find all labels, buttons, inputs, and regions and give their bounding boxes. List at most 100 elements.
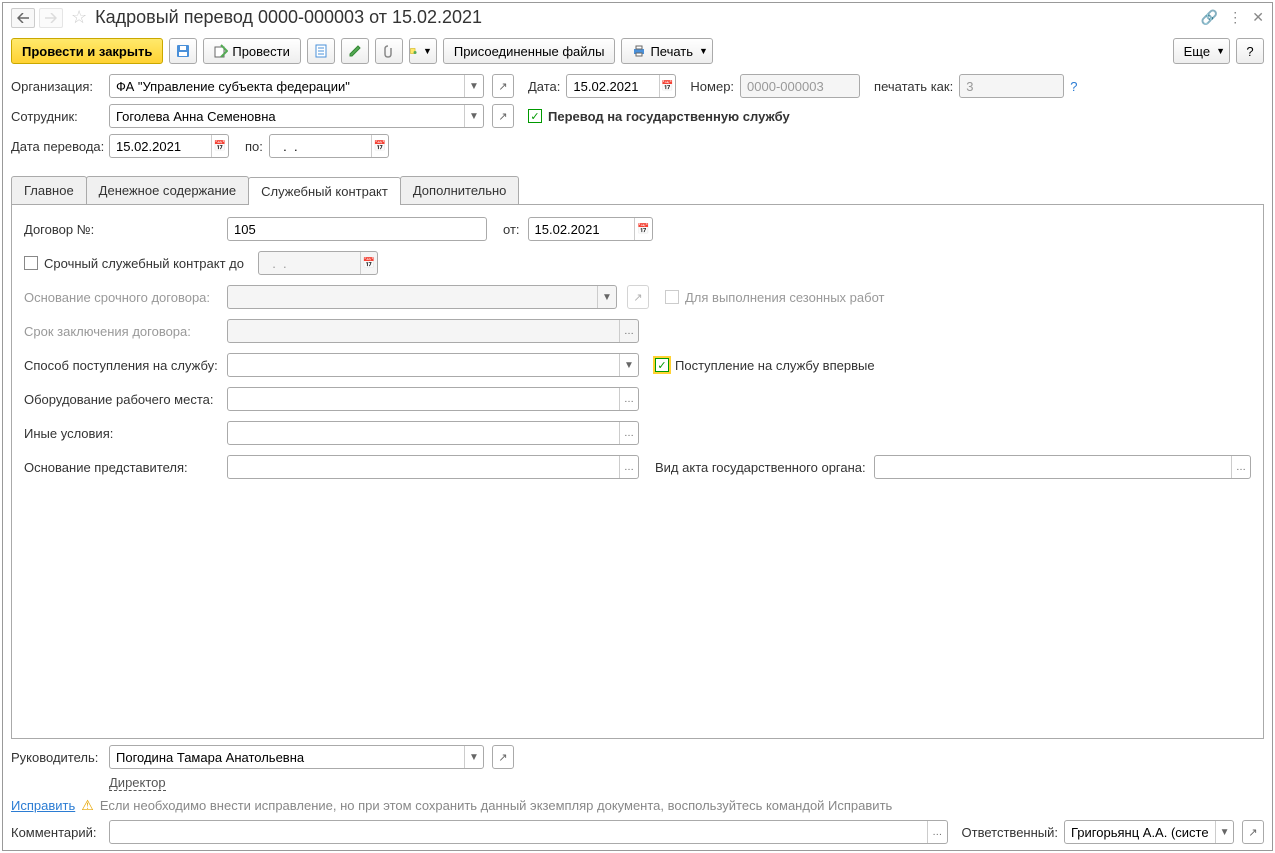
rep-basis-input[interactable] [228, 456, 619, 478]
link-icon[interactable]: 🔗 [1201, 9, 1218, 26]
dropdown-icon[interactable]: ▼ [1215, 821, 1233, 843]
transfer-gov-checkbox[interactable]: ✓ [528, 109, 542, 123]
manager-input-group[interactable]: ▼ [109, 745, 484, 769]
from-date-input[interactable] [529, 218, 635, 240]
employee-open-button[interactable]: ↗ [492, 104, 514, 128]
comment-input-group[interactable]: … [109, 820, 948, 844]
employee-input[interactable] [110, 105, 464, 127]
calendar-icon[interactable]: 📅 [371, 135, 388, 157]
org-open-button[interactable]: ↗ [492, 74, 514, 98]
approve-button[interactable]: Провести [203, 38, 301, 64]
tab-payment[interactable]: Денежное содержание [86, 176, 249, 204]
contract-no-input[interactable] [228, 218, 486, 240]
fix-hint: Если необходимо внести исправление, но п… [100, 798, 892, 813]
entry-method-input[interactable] [228, 354, 619, 376]
equipment-input-group[interactable]: … [227, 387, 639, 411]
responsible-input-group[interactable]: ▼ [1064, 820, 1234, 844]
save-button[interactable] [169, 38, 197, 64]
number-input [741, 75, 859, 97]
from-label: от: [503, 222, 520, 237]
entry-method-input-group[interactable]: ▼ [227, 353, 639, 377]
print-button[interactable]: Печать ▼ [621, 38, 713, 64]
print-as-input [960, 75, 1063, 97]
date-input[interactable] [567, 75, 658, 97]
attach-icon-button[interactable] [375, 38, 403, 64]
tab-content-contract: Договор №: от: 📅 Срочный служебный контр… [11, 205, 1264, 739]
tab-extra[interactable]: Дополнительно [400, 176, 520, 204]
responsible-input[interactable] [1065, 821, 1215, 843]
tab-contract[interactable]: Служебный контракт [248, 177, 401, 205]
warning-icon: ⚠ [81, 797, 94, 814]
seasonal-label: Для выполнения сезонных работ [685, 290, 884, 305]
template-dropdown-button[interactable]: ▼ [409, 38, 437, 64]
employee-label: Сотрудник: [11, 109, 103, 124]
contract-no-input-group[interactable] [227, 217, 487, 241]
chevron-down-icon: ▼ [1216, 46, 1225, 56]
equipment-input[interactable] [228, 388, 619, 410]
ellipsis-icon[interactable]: … [619, 422, 638, 444]
ellipsis-icon[interactable]: … [619, 388, 638, 410]
ellipsis-icon[interactable]: … [1231, 456, 1250, 478]
manager-open-button[interactable]: ↗ [492, 745, 514, 769]
responsible-open-button[interactable]: ↗ [1242, 820, 1264, 844]
more-menu-icon[interactable]: ⋮ [1228, 9, 1242, 26]
edit-icon-button[interactable] [341, 38, 369, 64]
fix-link[interactable]: Исправить [11, 798, 75, 813]
first-entry-checkbox[interactable]: ✓ [655, 358, 669, 372]
dropdown-icon[interactable]: ▼ [619, 354, 638, 376]
chevron-down-icon: ▼ [699, 46, 708, 56]
number-label: Номер: [690, 79, 734, 94]
document-icon-button[interactable] [307, 38, 335, 64]
first-entry-label: Поступление на службу впервые [675, 358, 875, 373]
hint-icon[interactable]: ? [1070, 79, 1077, 94]
to-label: по: [245, 139, 263, 154]
nav-back-button[interactable] [11, 8, 35, 28]
urgent-basis-input [228, 286, 597, 308]
urgent-checkbox[interactable] [24, 256, 38, 270]
employee-input-group[interactable]: ▼ [109, 104, 484, 128]
dropdown-icon[interactable]: ▼ [464, 746, 483, 768]
responsible-label: Ответственный: [962, 825, 1058, 840]
date-label: Дата: [528, 79, 560, 94]
calendar-icon[interactable]: 📅 [211, 135, 228, 157]
help-button[interactable]: ? [1236, 38, 1264, 64]
more-button[interactable]: Еще ▼ [1173, 38, 1230, 64]
comment-input[interactable] [110, 821, 927, 843]
favorite-star-icon[interactable]: ☆ [71, 7, 87, 28]
approve-close-button[interactable]: Провести и закрыть [11, 38, 163, 64]
org-input-group[interactable]: ▼ [109, 74, 484, 98]
org-label: Организация: [11, 79, 103, 94]
window-title: Кадровый перевод 0000-000003 от 15.02.20… [95, 7, 1197, 28]
calendar-icon[interactable]: 📅 [659, 75, 676, 97]
attached-files-button[interactable]: Присоединенные файлы [443, 38, 616, 64]
dropdown-icon: ▼ [597, 286, 616, 308]
ellipsis-icon[interactable]: … [927, 821, 947, 843]
transfer-date-input[interactable] [110, 135, 211, 157]
other-cond-label: Иные условия: [24, 426, 219, 441]
to-date-input-group[interactable]: 📅 [269, 134, 389, 158]
calendar-icon: 📅 [360, 252, 377, 274]
act-type-input[interactable] [875, 456, 1231, 478]
dropdown-icon[interactable]: ▼ [464, 105, 483, 127]
rep-basis-input-group[interactable]: … [227, 455, 639, 479]
approve-label: Провести [232, 44, 290, 59]
transfer-gov-label: Перевод на государственную службу [548, 109, 790, 124]
tab-main[interactable]: Главное [11, 176, 87, 204]
from-date-input-group[interactable]: 📅 [528, 217, 653, 241]
manager-role-link[interactable]: Директор [109, 775, 166, 791]
other-cond-input[interactable] [228, 422, 619, 444]
to-date-input[interactable] [270, 135, 371, 157]
other-cond-input-group[interactable]: … [227, 421, 639, 445]
term-label: Срок заключения договора: [24, 324, 219, 339]
dropdown-icon[interactable]: ▼ [464, 75, 483, 97]
act-type-input-group[interactable]: … [874, 455, 1251, 479]
manager-input[interactable] [110, 746, 464, 768]
transfer-date-input-group[interactable]: 📅 [109, 134, 229, 158]
calendar-icon[interactable]: 📅 [634, 218, 651, 240]
term-input [228, 320, 619, 342]
close-icon[interactable]: ✕ [1252, 9, 1264, 26]
date-input-group[interactable]: 📅 [566, 74, 676, 98]
ellipsis-icon[interactable]: … [619, 456, 638, 478]
nav-forward-button[interactable] [39, 8, 63, 28]
org-input[interactable] [110, 75, 464, 97]
